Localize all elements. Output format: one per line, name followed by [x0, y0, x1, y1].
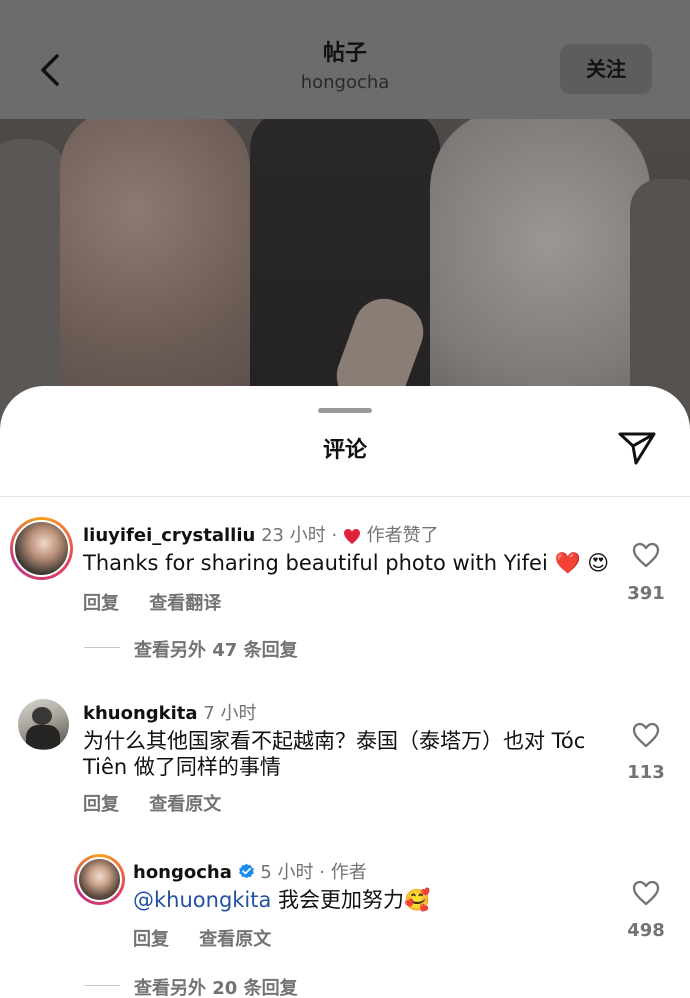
heart-outline-icon: [632, 880, 660, 906]
like-button[interactable]: [629, 542, 663, 572]
comment-text-line-2: Tiên 做了同样的事情: [83, 755, 281, 779]
comment-actions: 回复 查看翻译: [83, 589, 245, 615]
reply-button[interactable]: 回复: [83, 593, 119, 614]
view-more-replies-button[interactable]: 查看另外 47 条回复: [134, 636, 298, 662]
top-bar: 帖子 hongocha 关注: [0, 0, 690, 119]
comment-username[interactable]: hongocha: [133, 862, 232, 883]
comment-text-body: 我会更加努力🥰: [271, 888, 431, 912]
meta-separator: ·: [331, 525, 338, 546]
comment-header: liuyifei_crystalliu 23 小时 · 作者赞了: [83, 521, 439, 547]
photo-figure-pink-dress: [60, 119, 250, 430]
view-more-replies-button[interactable]: 查看另外 20 条回复: [134, 974, 298, 998]
comment-actions: 回复 查看原文: [133, 925, 295, 951]
reply-button[interactable]: 回复: [83, 794, 119, 815]
like-count: 498: [627, 920, 665, 941]
avatar-image: [13, 520, 70, 577]
avatar[interactable]: [74, 854, 125, 905]
heart-outline-icon: [632, 722, 660, 748]
sheet-title: 评论: [322, 438, 367, 463]
verified-badge-icon: [238, 863, 254, 879]
sheet-header-divider: [0, 496, 690, 497]
see-translation-button[interactable]: 查看翻译: [149, 593, 221, 614]
meta-separator: ·: [319, 862, 326, 883]
mention-link[interactable]: @khuongkita: [133, 888, 271, 912]
comment-time: 5 小时: [260, 862, 314, 883]
comment-actions: 回复 查看原文: [83, 790, 245, 816]
avatar[interactable]: [10, 517, 73, 580]
comment-text-line-1: 为什么其他国家看不起越南？泰国（泰塔万）也对 Tóc: [83, 729, 586, 753]
replies-divider-line: [84, 647, 120, 648]
author-label: 作者: [330, 862, 367, 883]
comment-header: hongocha 5 小时 · 作者: [133, 858, 367, 884]
comment-username[interactable]: khuongkita: [83, 703, 198, 724]
share-icon[interactable]: [617, 430, 657, 466]
avatar-image-head: [32, 707, 52, 725]
comment-text: @khuongkita 我会更加努力🥰: [133, 887, 430, 913]
replies-divider-line: [84, 985, 120, 986]
see-original-button[interactable]: 查看原文: [199, 929, 271, 950]
see-original-button[interactable]: 查看原文: [149, 794, 221, 815]
comment-header: khuongkita 7 小时: [83, 699, 256, 725]
avatar-image-body: [26, 725, 60, 749]
avatar-image: [77, 857, 122, 902]
post-photo: [0, 119, 690, 430]
reply-button[interactable]: 回复: [133, 929, 169, 950]
like-count: 113: [627, 762, 665, 783]
comment-time: 23 小时: [261, 525, 326, 546]
comment-text: Thanks for sharing beautiful photo with …: [83, 551, 610, 575]
sheet-drag-handle[interactable]: [318, 408, 372, 413]
follow-button[interactable]: 关注: [560, 44, 652, 94]
like-button[interactable]: [629, 722, 663, 752]
comment-username[interactable]: liuyifei_crystalliu: [83, 525, 255, 546]
avatar[interactable]: [18, 699, 69, 750]
photo-figure-white-dress: [430, 119, 650, 430]
heart-outline-icon: [632, 542, 660, 568]
like-count: 391: [627, 583, 665, 604]
author-liked-label: 作者赞了: [366, 525, 439, 546]
author-liked-heart-icon: [343, 529, 360, 544]
like-button[interactable]: [629, 880, 663, 910]
comment-time: 7 小时: [203, 703, 257, 724]
